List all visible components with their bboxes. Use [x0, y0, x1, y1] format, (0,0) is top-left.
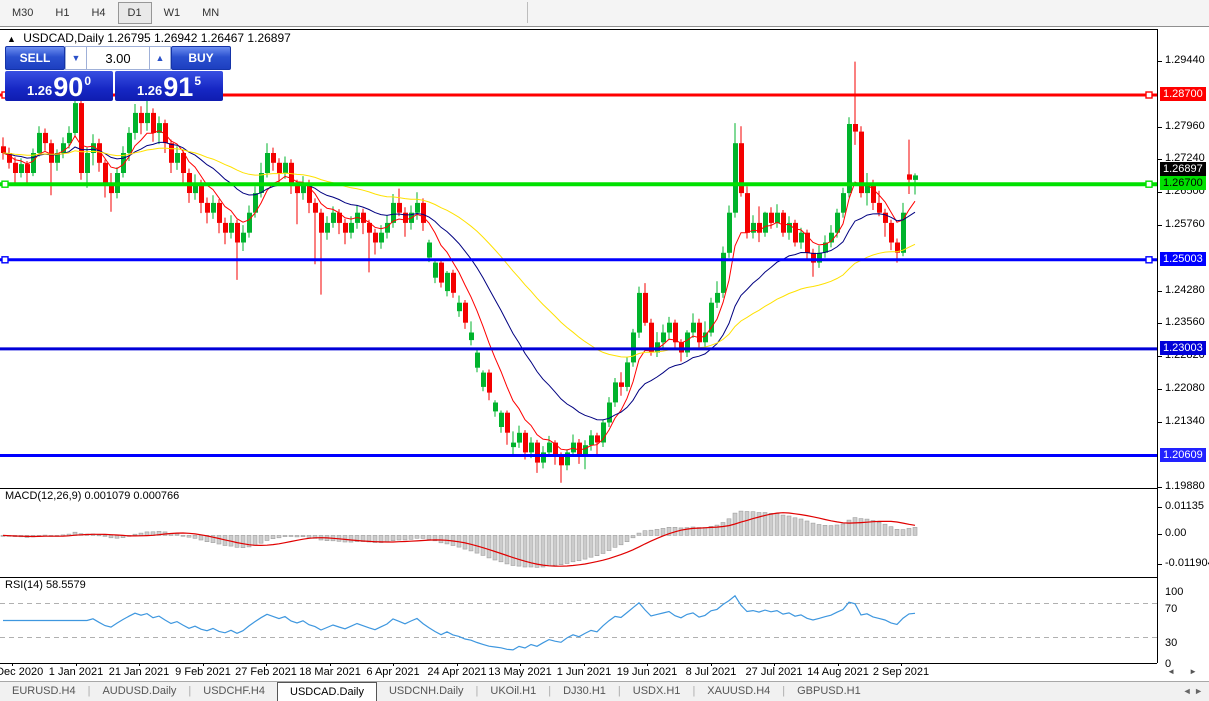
- price-axis-tick: [1158, 487, 1162, 488]
- macd-axis-tick: [1158, 564, 1162, 565]
- date-axis-label: 24 Apr 2021: [427, 666, 487, 678]
- tab-scroll-arrows[interactable]: ◄ ►: [1183, 686, 1203, 696]
- macd-axis-label: 0.01135: [1165, 500, 1204, 512]
- current-price-badge: 1.26897: [1160, 162, 1206, 176]
- hline-price-badge: 1.26700: [1160, 176, 1206, 190]
- date-axis-label: 1 Jun 2021: [556, 666, 612, 678]
- macd-axis-label: 0.00: [1165, 527, 1187, 539]
- price-axis[interactable]: 1.29440 1.27960 1.27240 1.26500 1.25760 1.242…: [1157, 29, 1209, 670]
- date-axis-label: 21 Jan 2021: [108, 666, 170, 678]
- volume-increase-button[interactable]: ▲: [149, 46, 171, 70]
- volume-decrease-button[interactable]: ▼: [65, 46, 87, 70]
- hline-price-badge: 1.20609: [1160, 448, 1206, 462]
- price-axis-label: 1.24280: [1165, 284, 1205, 296]
- date-axis-label: 18 Mar 2021: [299, 666, 361, 678]
- symbol-tab-audusd-daily[interactable]: AUDUSD.Daily: [90, 682, 188, 701]
- chart-ohlc-values: 1.26795 1.26942 1.26467 1.26897: [107, 31, 291, 45]
- symbol-tab-eurusd-h4[interactable]: EURUSD.H4: [0, 682, 88, 701]
- price-axis-tick: [1158, 422, 1162, 423]
- sell-price-pip: 0: [84, 74, 92, 88]
- scroll-left-icon[interactable]: ◄: [1167, 667, 1175, 676]
- date-axis-label: 1 Jan 2021: [48, 666, 104, 678]
- symbol-tab-ukoil-h1[interactable]: UKOil.H1: [478, 682, 548, 701]
- one-click-trade-panel: SELL ▼ ▲ BUY 1.26 90 0 1.26 91 5: [5, 46, 231, 101]
- rsi-indicator-label: RSI(14) 58.5579: [5, 579, 86, 591]
- toolbar-separator: [527, 2, 528, 23]
- buy-price-pip: 5: [194, 74, 202, 88]
- sell-price-main: 90: [53, 72, 84, 102]
- buy-price-main: 91: [163, 72, 194, 102]
- price-axis-label: 1.25760: [1165, 218, 1205, 230]
- price-axis-tick: [1158, 159, 1162, 160]
- timeframe-toolbar: M30 H1 H4 D1 W1 MN: [0, 0, 1209, 27]
- macd-indicator-label: MACD(12,26,9) 0.001079 0.000766: [5, 490, 180, 502]
- price-axis-tick: [1158, 225, 1162, 226]
- price-axis-tick: [1158, 61, 1162, 62]
- date-axis-label: 8 Jul 2021: [685, 666, 737, 678]
- price-axis-label: 1.21340: [1165, 415, 1205, 427]
- hline-price-badge: 1.25003: [1160, 252, 1206, 266]
- timeframe-button-h1[interactable]: H1: [45, 2, 79, 24]
- date-axis-label: 14 Aug 2021: [807, 666, 869, 678]
- symbol-tab-xauusd-h4[interactable]: XAUUSD.H4: [695, 682, 782, 701]
- date-axis-label: 2 Sep 2021: [872, 666, 930, 678]
- sell-button[interactable]: SELL: [5, 46, 65, 70]
- price-axis-label: 1.23560: [1165, 316, 1205, 328]
- symbol-tab-usdcad-daily[interactable]: USDCAD.Daily: [277, 682, 377, 701]
- price-axis-label: 1.29440: [1165, 54, 1205, 66]
- date-axis-label: 12 Dec 2020: [0, 666, 44, 678]
- trading-terminal-window: M30 H1 H4 D1 W1 MN ▲ USDCAD,Daily 1.26795 1.2…: [0, 0, 1209, 701]
- chart-title: ▲ USDCAD,Daily 1.26795 1.26942 1.26467 1…: [7, 31, 291, 45]
- sell-price-display[interactable]: 1.26 90 0: [5, 71, 113, 101]
- symbol-tab-usdx-h1[interactable]: USDX.H1: [621, 682, 693, 701]
- price-axis-tick: [1158, 192, 1162, 193]
- rsi-axis-label: 30: [1165, 637, 1178, 649]
- date-axis-label: 19 Jun 2021: [616, 666, 678, 678]
- symbol-tab-gbpusd-h1[interactable]: GBPUSD.H1: [785, 682, 873, 701]
- symbol-tab-dj30-h1[interactable]: DJ30.H1: [551, 682, 618, 701]
- price-axis-tick: [1158, 323, 1162, 324]
- date-axis-label: 27 Feb 2021: [235, 666, 297, 678]
- price-axis-tick: [1158, 291, 1162, 292]
- rsi-axis-label: 70: [1165, 603, 1178, 615]
- date-axis-label: 9 Feb 2021: [175, 666, 231, 678]
- date-axis-label: 13 May 2021: [488, 666, 552, 678]
- symbol-tab-usdcnh-daily[interactable]: USDCNH.Daily: [377, 682, 476, 701]
- timeframe-button-h4[interactable]: H4: [81, 2, 115, 24]
- hline-price-badge: 1.28700: [1160, 87, 1206, 101]
- volume-input[interactable]: [87, 46, 149, 70]
- symbol-tab-bar: EURUSD.H4 | AUDUSD.Daily | USDCHF.H4 USDCAD.D…: [0, 681, 1209, 701]
- timeframe-button-m30[interactable]: M30: [2, 2, 43, 24]
- timeframe-button-mn[interactable]: MN: [192, 2, 229, 24]
- price-axis-tick: [1158, 127, 1162, 128]
- hline-price-badge: 1.23003: [1160, 341, 1206, 355]
- symbol-triangle-icon: ▲: [7, 34, 16, 44]
- sell-price-prefix: 1.26: [26, 83, 53, 98]
- macd-axis-tick: [1158, 534, 1162, 535]
- buy-price-display[interactable]: 1.26 91 5: [115, 71, 223, 101]
- timeframe-button-w1[interactable]: W1: [154, 2, 191, 24]
- rsi-axis-label: 100: [1165, 586, 1184, 598]
- buy-button[interactable]: BUY: [171, 46, 231, 70]
- price-axis-tick: [1158, 356, 1162, 357]
- symbol-tab-usdchf-h4[interactable]: USDCHF.H4: [191, 682, 277, 701]
- rsi-pane[interactable]: [0, 577, 1157, 664]
- date-axis[interactable]: ◄ ► 12 Dec 2020 1 Jan 2021 21 Jan 2021 9 Fe…: [0, 663, 1209, 681]
- price-axis-label: 1.27960: [1165, 120, 1205, 132]
- price-axis-label: 1.22080: [1165, 382, 1205, 394]
- buy-price-prefix: 1.26: [136, 83, 163, 98]
- macd-axis-tick: [1158, 507, 1162, 508]
- date-axis-label: 6 Apr 2021: [366, 666, 420, 678]
- price-axis-tick: [1158, 389, 1162, 390]
- date-axis-label: 27 Jul 2021: [745, 666, 803, 678]
- price-axis-label: 1.19880: [1165, 480, 1205, 492]
- macd-axis-label: -0.011904: [1165, 557, 1209, 569]
- scroll-right-icon[interactable]: ►: [1189, 667, 1197, 676]
- timeframe-button-d1[interactable]: D1: [117, 2, 152, 24]
- chart-symbol-label: USDCAD,Daily: [23, 31, 104, 45]
